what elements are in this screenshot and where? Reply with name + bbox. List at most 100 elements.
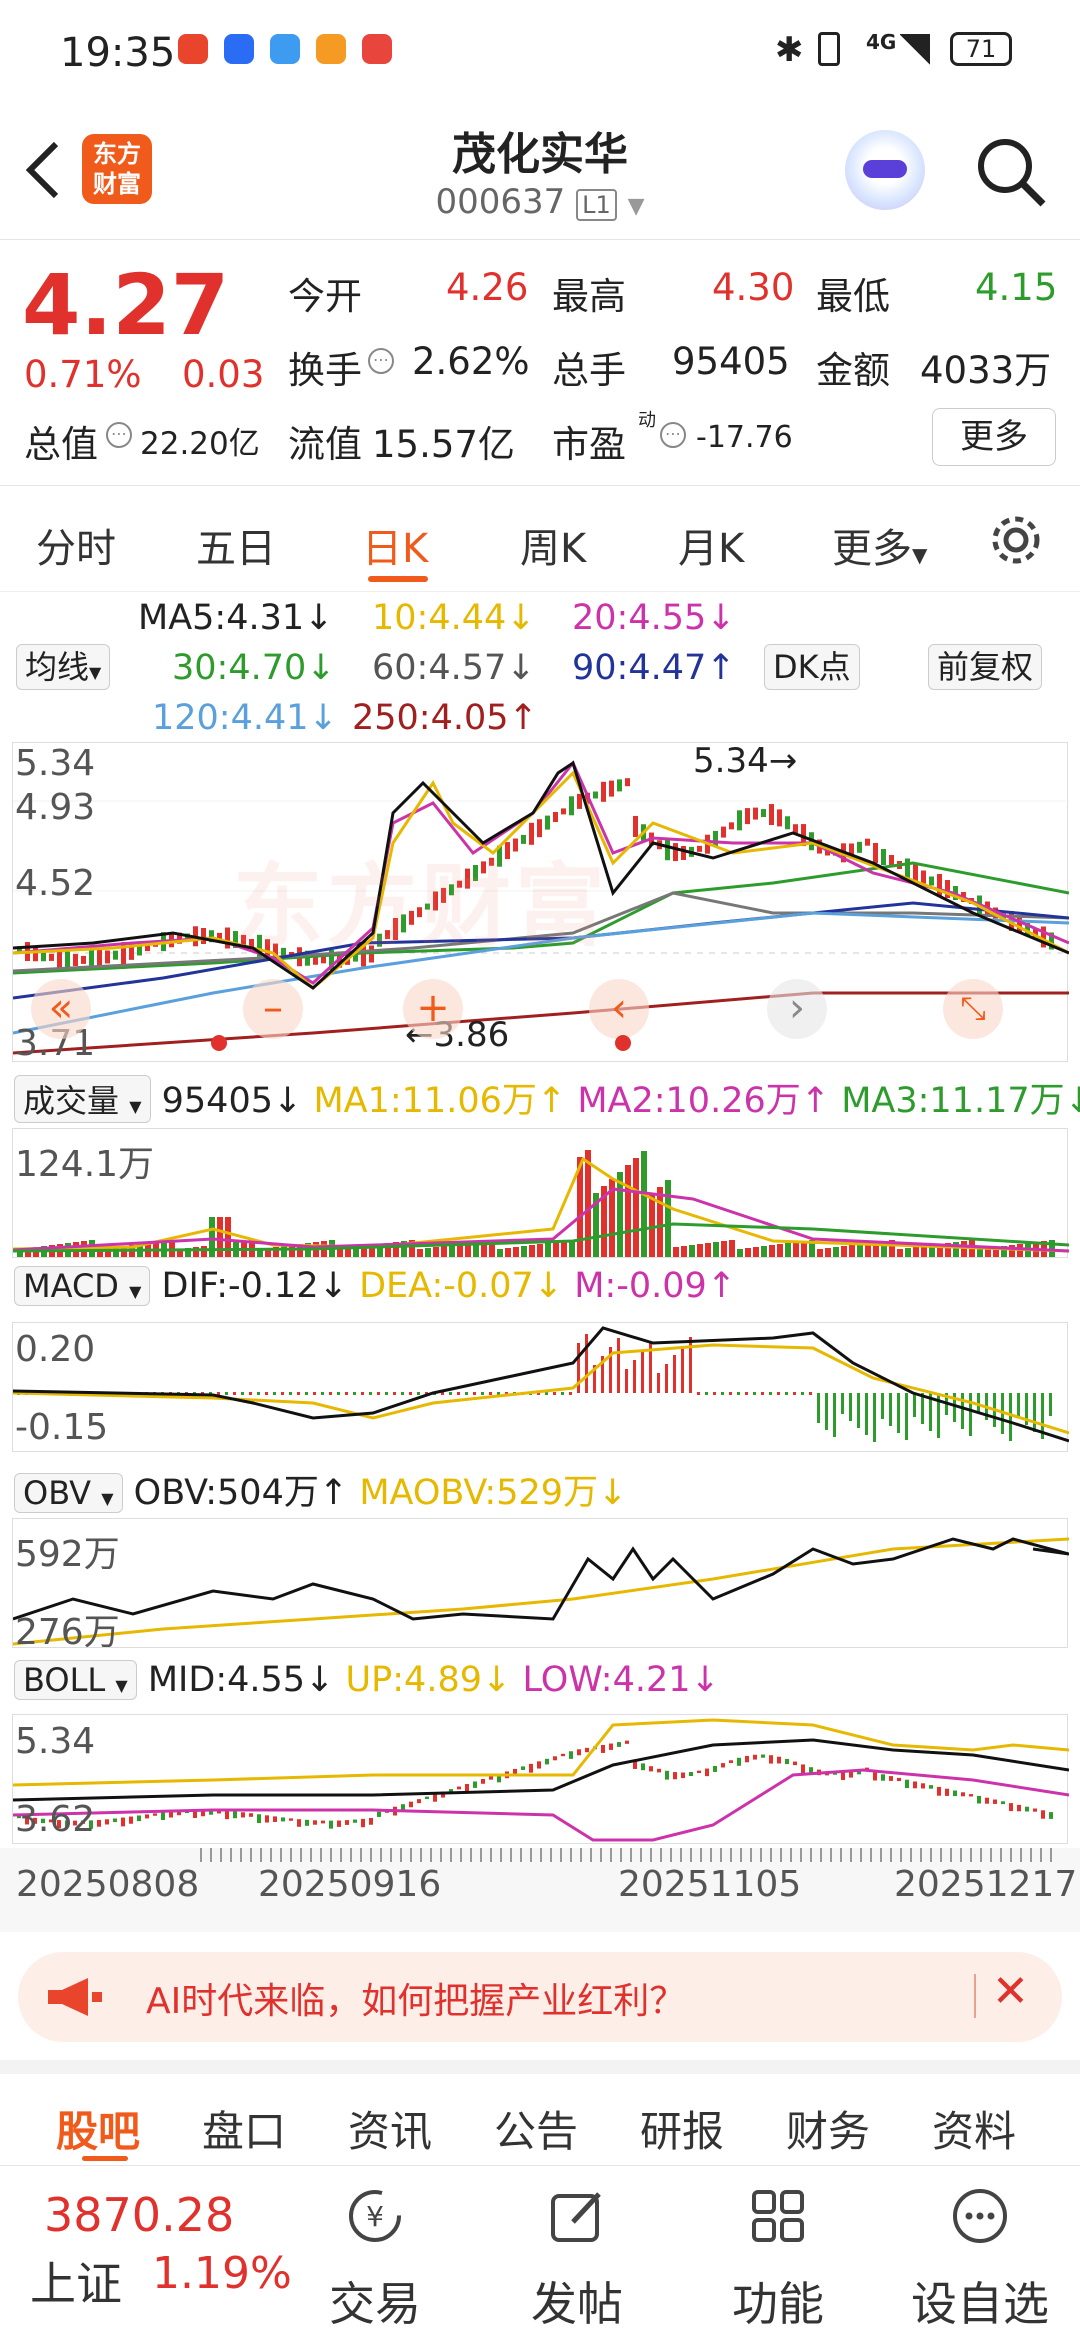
volume-bar: [857, 1244, 863, 1257]
macd-dif: DIF:-0.12↓: [161, 1266, 348, 1306]
kline-candle: [105, 950, 110, 964]
ma20-legend: 20:4.55↓: [572, 598, 736, 638]
boll-chart[interactable]: 5.34 3.62: [12, 1714, 1069, 1844]
kline-chart[interactable]: 东方财富 5.34 4.93 4.52 3.71 5.34→ ←3.86 « –…: [12, 741, 1069, 1064]
obv-chart[interactable]: 592万 276万: [12, 1518, 1069, 1653]
zoom-in-icon[interactable]: +: [403, 979, 463, 1039]
boll-candle: [529, 1763, 533, 1773]
ma-type-select[interactable]: 均线▼: [16, 644, 111, 690]
volume-value: 95405: [672, 340, 790, 383]
boll-candle: [753, 1754, 757, 1760]
macd-bar: [737, 1392, 740, 1395]
tab-pankou[interactable]: 盘口: [202, 2098, 286, 2159]
tab-guba[interactable]: 股吧: [56, 2098, 140, 2159]
event-dot[interactable]: [615, 1035, 631, 1051]
volume-bar: [513, 1247, 519, 1257]
tab-finance[interactable]: 财务: [786, 2098, 870, 2159]
function-button[interactable]: 功能: [703, 2166, 853, 2341]
macd-bar: [801, 1392, 804, 1395]
info-icon[interactable]: ⋯: [106, 422, 132, 448]
add-watchlist-button[interactable]: 设自选: [905, 2166, 1055, 2341]
info-icon[interactable]: ⋯: [368, 348, 394, 374]
adjust-select[interactable]: 前复权: [928, 644, 1043, 690]
volume-canvas: [13, 1150, 1069, 1257]
tab-five-day[interactable]: 五日: [196, 516, 276, 574]
macd-bar: [881, 1393, 884, 1419]
kline-candle: [745, 808, 750, 825]
indicator-select[interactable]: BOLL ▼: [14, 1660, 137, 1700]
macd-bar: [385, 1392, 388, 1395]
low-value: 4.15: [975, 266, 1058, 309]
indicator-select[interactable]: OBV ▼: [14, 1473, 123, 1513]
more-button[interactable]: 更多: [932, 408, 1056, 466]
boll-candle: [793, 1761, 797, 1766]
tab-weekly-k[interactable]: 周K: [520, 516, 586, 574]
close-icon[interactable]: ✕: [992, 1966, 1029, 2017]
tab-daily-k[interactable]: 日K: [362, 516, 428, 574]
macd-bar: [585, 1334, 588, 1393]
macd-bar: [553, 1392, 556, 1395]
event-dot[interactable]: [211, 1035, 227, 1051]
volume-bar: [201, 1246, 207, 1257]
date-label: 20251105: [618, 1864, 802, 1905]
kline-candle: [569, 796, 574, 816]
app-notification-icon: [224, 34, 254, 64]
tab-profile[interactable]: 资料: [932, 2098, 1016, 2159]
turnover-value: 2.62%: [412, 340, 530, 383]
fullscreen-icon[interactable]: ⤡: [943, 979, 1003, 1039]
volume-bar: [825, 1248, 831, 1257]
chevron-down-icon: ▼: [115, 1676, 128, 1695]
promo-banner[interactable]: AI时代来临，如何把握产业红利？ ✕: [18, 1952, 1062, 2042]
volume-y-max: 124.1万: [15, 1144, 155, 1185]
index-name[interactable]: 上证: [30, 2248, 122, 2314]
macd-bar: [1009, 1393, 1012, 1441]
info-icon[interactable]: ⋯: [660, 422, 686, 448]
indicator-select[interactable]: MACD ▼: [14, 1266, 151, 1306]
settings-gear-icon[interactable]: [988, 512, 1044, 568]
volume-bar: [753, 1247, 759, 1257]
kline-candle: [65, 951, 70, 968]
volume-bar: [833, 1247, 839, 1257]
high-label: 最高: [552, 275, 626, 318]
boll-candle: [761, 1754, 765, 1758]
macd-bar: [353, 1392, 356, 1395]
y-axis-tick: 4.93: [15, 787, 96, 828]
search-icon[interactable]: [975, 136, 1047, 208]
volume-bar: [897, 1249, 903, 1257]
tab-research[interactable]: 研报: [640, 2098, 724, 2159]
kline-candle: [777, 809, 782, 827]
boll-candle: [897, 1777, 901, 1782]
scroll-right-icon[interactable]: ›: [767, 979, 827, 1039]
volume-chart[interactable]: 124.1万: [12, 1128, 1069, 1258]
boll-candle: [769, 1755, 773, 1764]
macd-chart[interactable]: 0.20 -0.15: [12, 1322, 1069, 1452]
indicator-select[interactable]: 成交量 ▼: [14, 1075, 151, 1123]
tab-announcement[interactable]: 公告: [494, 2098, 578, 2159]
macd-bar: [665, 1364, 668, 1393]
rewind-icon[interactable]: «: [31, 979, 91, 1039]
post-button[interactable]: 发帖: [502, 2166, 652, 2341]
ai-assistant-avatar[interactable]: [845, 130, 925, 210]
trade-button[interactable]: ¥ 交易: [300, 2166, 450, 2341]
status-bar: 19:35 ✱ 4G 71: [0, 0, 1080, 100]
zoom-out-icon[interactable]: –: [243, 979, 303, 1039]
volume-bar: [529, 1245, 535, 1257]
macd-legend: MACD ▼ DIF:-0.12↓ DEA:-0.07↓ M:-0.09↑: [14, 1266, 736, 1306]
tab-intraday[interactable]: 分时: [36, 516, 116, 574]
boll-candle: [649, 1766, 653, 1772]
kline-candle: [625, 778, 630, 787]
scroll-left-icon[interactable]: ‹: [589, 979, 649, 1039]
obv-y-min: 276万: [15, 1612, 120, 1653]
kline-candle: [713, 830, 718, 846]
boll-candle: [849, 1771, 853, 1778]
tab-monthly-k[interactable]: 月K: [678, 516, 744, 574]
svg-text:¥: ¥: [366, 2200, 384, 2233]
maobv-value: MAOBV:529万↓: [359, 1473, 628, 1513]
index-change[interactable]: 1.19%: [152, 2248, 292, 2299]
tab-more[interactable]: 更多▼: [832, 516, 927, 574]
index-value[interactable]: 3870.28: [44, 2188, 234, 2242]
tab-news[interactable]: 资讯: [348, 2098, 432, 2159]
dea-line: [13, 1343, 1069, 1435]
dk-point-button[interactable]: DK点: [764, 644, 860, 690]
volume-bar: [441, 1246, 447, 1257]
